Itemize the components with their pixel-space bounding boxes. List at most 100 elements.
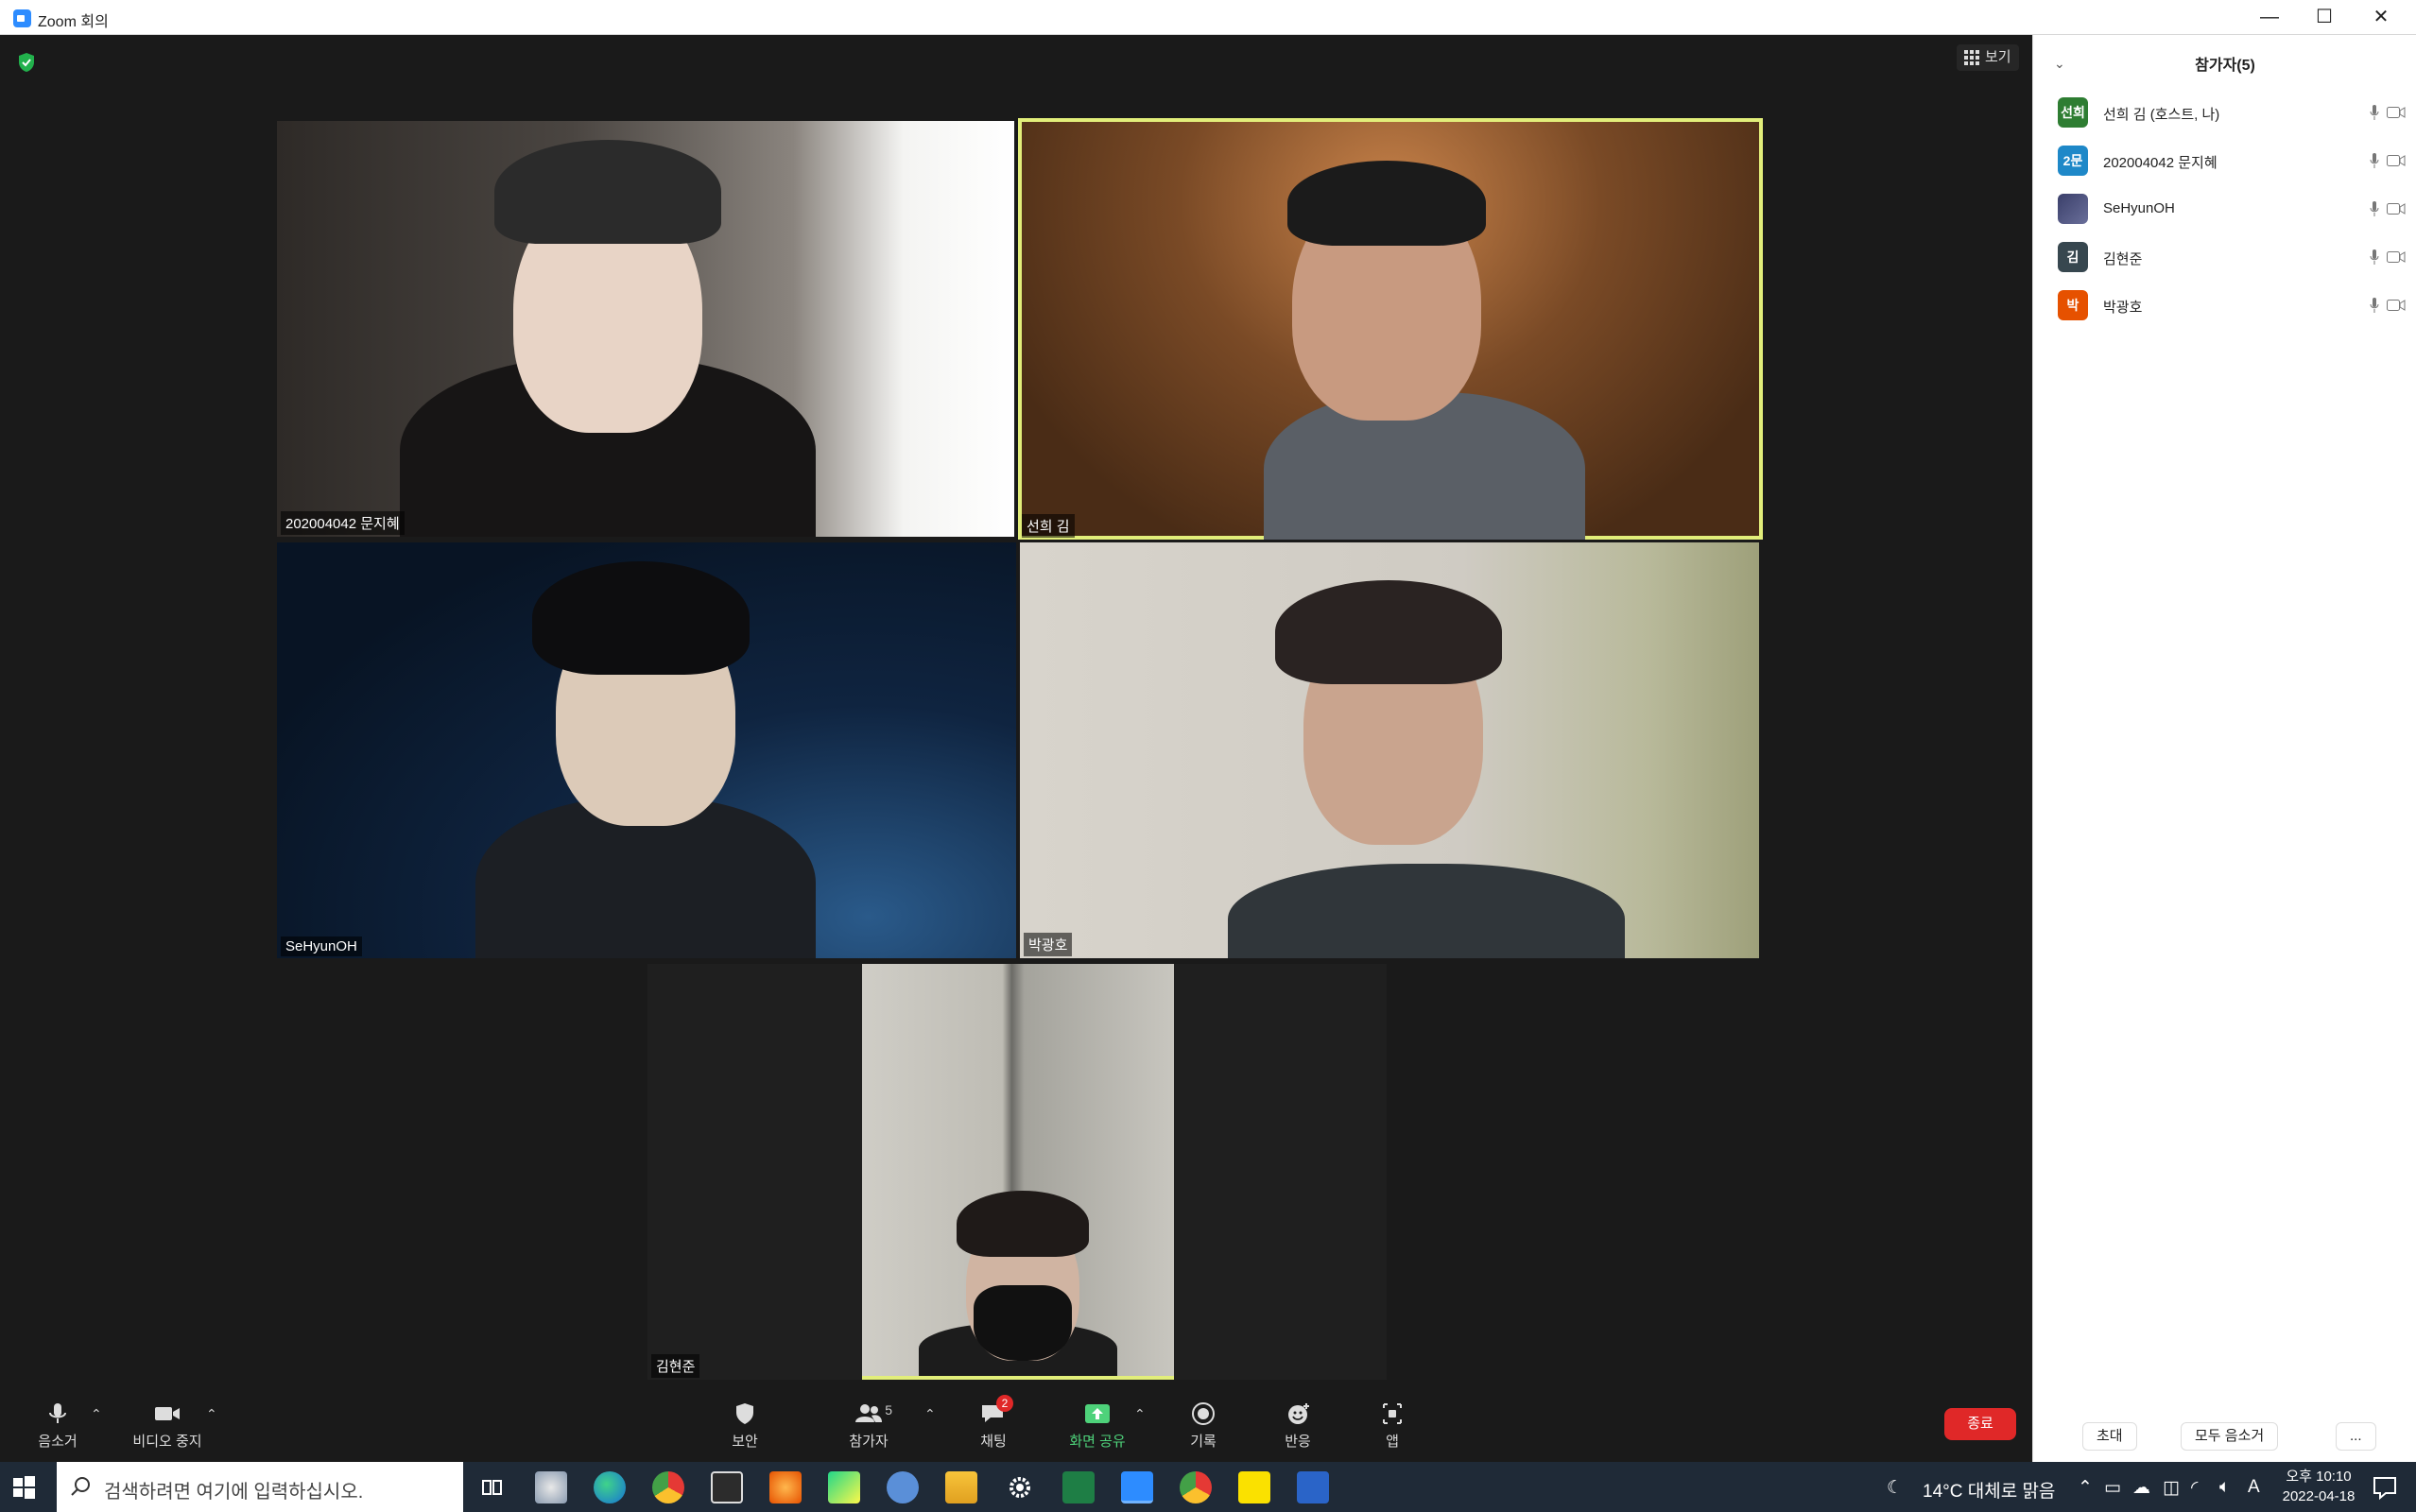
butterfly-app-icon[interactable]: [769, 1471, 802, 1503]
reactions-button[interactable]: 반응: [1255, 1389, 1340, 1462]
participant-row[interactable]: SeHyunOH: [2058, 194, 2407, 228]
audio-options-chevron-icon[interactable]: ⌃: [91, 1406, 102, 1422]
participants-options-chevron-icon[interactable]: ⌃: [924, 1406, 936, 1422]
end-meeting-button[interactable]: 종료: [1944, 1408, 2016, 1440]
reactions-label: 반응: [1285, 1434, 1311, 1450]
hair-shape: [1275, 580, 1502, 684]
apps-button[interactable]: 앱: [1350, 1389, 1435, 1462]
participants-button[interactable]: 5 참가자: [826, 1389, 911, 1462]
video-tile-host[interactable]: 선희 김: [1018, 118, 1763, 540]
task-view-icon[interactable]: [475, 1471, 508, 1503]
weather-label[interactable]: 14°C 대체로 맑음: [1923, 1477, 2055, 1503]
participant-row[interactable]: 선희 선희 김 (호스트, 나): [2058, 97, 2407, 131]
kakaotalk-icon[interactable]: [1238, 1471, 1270, 1503]
record-label: 기록: [1190, 1434, 1217, 1450]
excel-icon[interactable]: [1062, 1471, 1095, 1503]
battery-icon[interactable]: ▭: [2104, 1477, 2121, 1499]
invite-button[interactable]: 초대: [2082, 1422, 2137, 1451]
security-button[interactable]: 보안: [702, 1389, 787, 1462]
participant-row[interactable]: 김 김현준: [2058, 242, 2407, 276]
video-tile-moon[interactable]: 202004042 문지혜: [277, 121, 1014, 537]
participant-row[interactable]: 박 박광호: [2058, 290, 2407, 324]
participant-row[interactable]: 2문 202004042 문지혜: [2058, 146, 2407, 180]
record-icon: [1192, 1402, 1215, 1425]
cloud-icon[interactable]: ☁: [2132, 1477, 2150, 1499]
ide-app-icon[interactable]: [711, 1471, 743, 1503]
panel-footer: 초대 모두 음소거 ...: [2033, 1411, 2416, 1462]
avatar: 김: [2058, 242, 2088, 272]
windows-start-icon[interactable]: [9, 1473, 38, 1502]
mute-button[interactable]: 음소거: [15, 1389, 100, 1462]
video-tile-park[interactable]: 박광호: [1020, 542, 1759, 958]
chat-label: 채팅: [980, 1434, 1007, 1450]
pycharm-icon[interactable]: [828, 1471, 860, 1503]
participant-name: 선희 김 (호스트, 나): [2103, 107, 2220, 123]
app-icon[interactable]: [535, 1471, 567, 1503]
video-camera-icon[interactable]: [2387, 203, 2406, 215]
edge-browser-icon[interactable]: [594, 1471, 626, 1503]
microphone-icon[interactable]: [2370, 153, 2379, 168]
show-hidden-icons-chevron-icon[interactable]: ⌃: [2078, 1477, 2093, 1499]
document-app-icon[interactable]: [1297, 1471, 1329, 1503]
view-button[interactable]: 보기: [1957, 44, 2019, 71]
apps-icon: [1383, 1403, 1402, 1424]
meeting-toolbar: 음소거 ⌃ 비디오 중지 ⌃ 보안 5 참가자 ⌃ 2 채팅 화면 공유 ⌃ 기…: [0, 1389, 2032, 1462]
video-options-chevron-icon[interactable]: ⌃: [206, 1406, 217, 1422]
video-label: 비디오 중지: [132, 1434, 202, 1450]
chrome-browser-icon[interactable]: [652, 1471, 684, 1503]
microphone-icon[interactable]: [2370, 105, 2379, 120]
tile-name-label: 202004042 문지혜: [281, 511, 405, 535]
wifi-icon[interactable]: ◜: [2191, 1477, 2198, 1499]
chrome-profile-icon[interactable]: [1180, 1471, 1212, 1503]
minimize-button[interactable]: —: [2242, 0, 2297, 35]
hair-shape: [957, 1191, 1089, 1257]
weather-moon-icon[interactable]: ☾: [1887, 1477, 1903, 1499]
video-camera-icon: [155, 1407, 180, 1420]
mute-all-button[interactable]: 모두 음소거: [2181, 1422, 2279, 1451]
windows-taskbar: 검색하려면 여기에 입력하십시오. ☾ 14°C 대체로 맑음 ⌃ ▭ ☁ ◫ …: [0, 1462, 2416, 1512]
avatar: 박: [2058, 290, 2088, 320]
share-screen-icon: [1085, 1404, 1110, 1423]
file-explorer-icon[interactable]: [945, 1471, 977, 1503]
apps-label: 앱: [1386, 1434, 1399, 1450]
r-language-icon[interactable]: [887, 1471, 919, 1503]
microphone-icon[interactable]: [2370, 249, 2379, 265]
security-shield-icon: [736, 1403, 753, 1424]
taskbar-clock[interactable]: 오후 10:10 2022-04-18: [2267, 1467, 2371, 1506]
title-bar: Zoom 회의 — ☐ ✕: [0, 0, 2416, 35]
participant-name: 202004042 문지혜: [2103, 155, 2218, 171]
record-button[interactable]: 기록: [1161, 1389, 1246, 1462]
maximize-button[interactable]: ☐: [2297, 0, 2352, 35]
ime-indicator[interactable]: A: [2248, 1477, 2260, 1498]
video-camera-icon[interactable]: [2387, 251, 2406, 263]
taskbar-search-box[interactable]: 검색하려면 여기에 입력하십시오.: [57, 1462, 463, 1512]
chat-button[interactable]: 2 채팅: [951, 1389, 1036, 1462]
search-placeholder: 검색하려면 여기에 입력하십시오.: [104, 1482, 364, 1503]
notification-center-icon[interactable]: [2371, 1473, 2399, 1502]
close-button[interactable]: ✕: [2354, 0, 2408, 35]
video-tile-kim[interactable]: 김현준: [647, 964, 1387, 1380]
video-camera-icon[interactable]: [2387, 155, 2406, 166]
video-tile-sehyun[interactable]: SeHyunOH: [277, 542, 1016, 958]
speaking-indicator: [862, 1376, 1174, 1380]
hair-shape: [1287, 161, 1486, 246]
video-camera-icon[interactable]: [2387, 300, 2406, 311]
reaction-emoji-icon: [1288, 1403, 1309, 1424]
share-options-chevron-icon[interactable]: ⌃: [1134, 1406, 1146, 1422]
participant-name: 김현준: [2103, 251, 2143, 267]
tile-name-label: 박광호: [1024, 933, 1073, 956]
microphone-icon[interactable]: [2370, 201, 2379, 216]
mask-shape: [974, 1285, 1072, 1361]
video-camera-icon[interactable]: [2387, 107, 2406, 118]
stop-video-button[interactable]: 비디오 중지: [125, 1389, 210, 1462]
volume-icon[interactable]: 🔈︎: [2219, 1477, 2230, 1498]
network-icon[interactable]: ◫: [2163, 1477, 2180, 1499]
participants-label: 참가자: [849, 1434, 889, 1450]
settings-gear-icon[interactable]: [1004, 1471, 1036, 1503]
encryption-shield-icon[interactable]: [17, 52, 36, 73]
zoom-taskbar-icon[interactable]: [1121, 1471, 1153, 1503]
more-options-button[interactable]: ...: [2336, 1422, 2376, 1451]
share-screen-button[interactable]: 화면 공유: [1055, 1389, 1140, 1462]
microphone-icon[interactable]: [2370, 298, 2379, 313]
view-label: 보기: [1985, 49, 2011, 65]
